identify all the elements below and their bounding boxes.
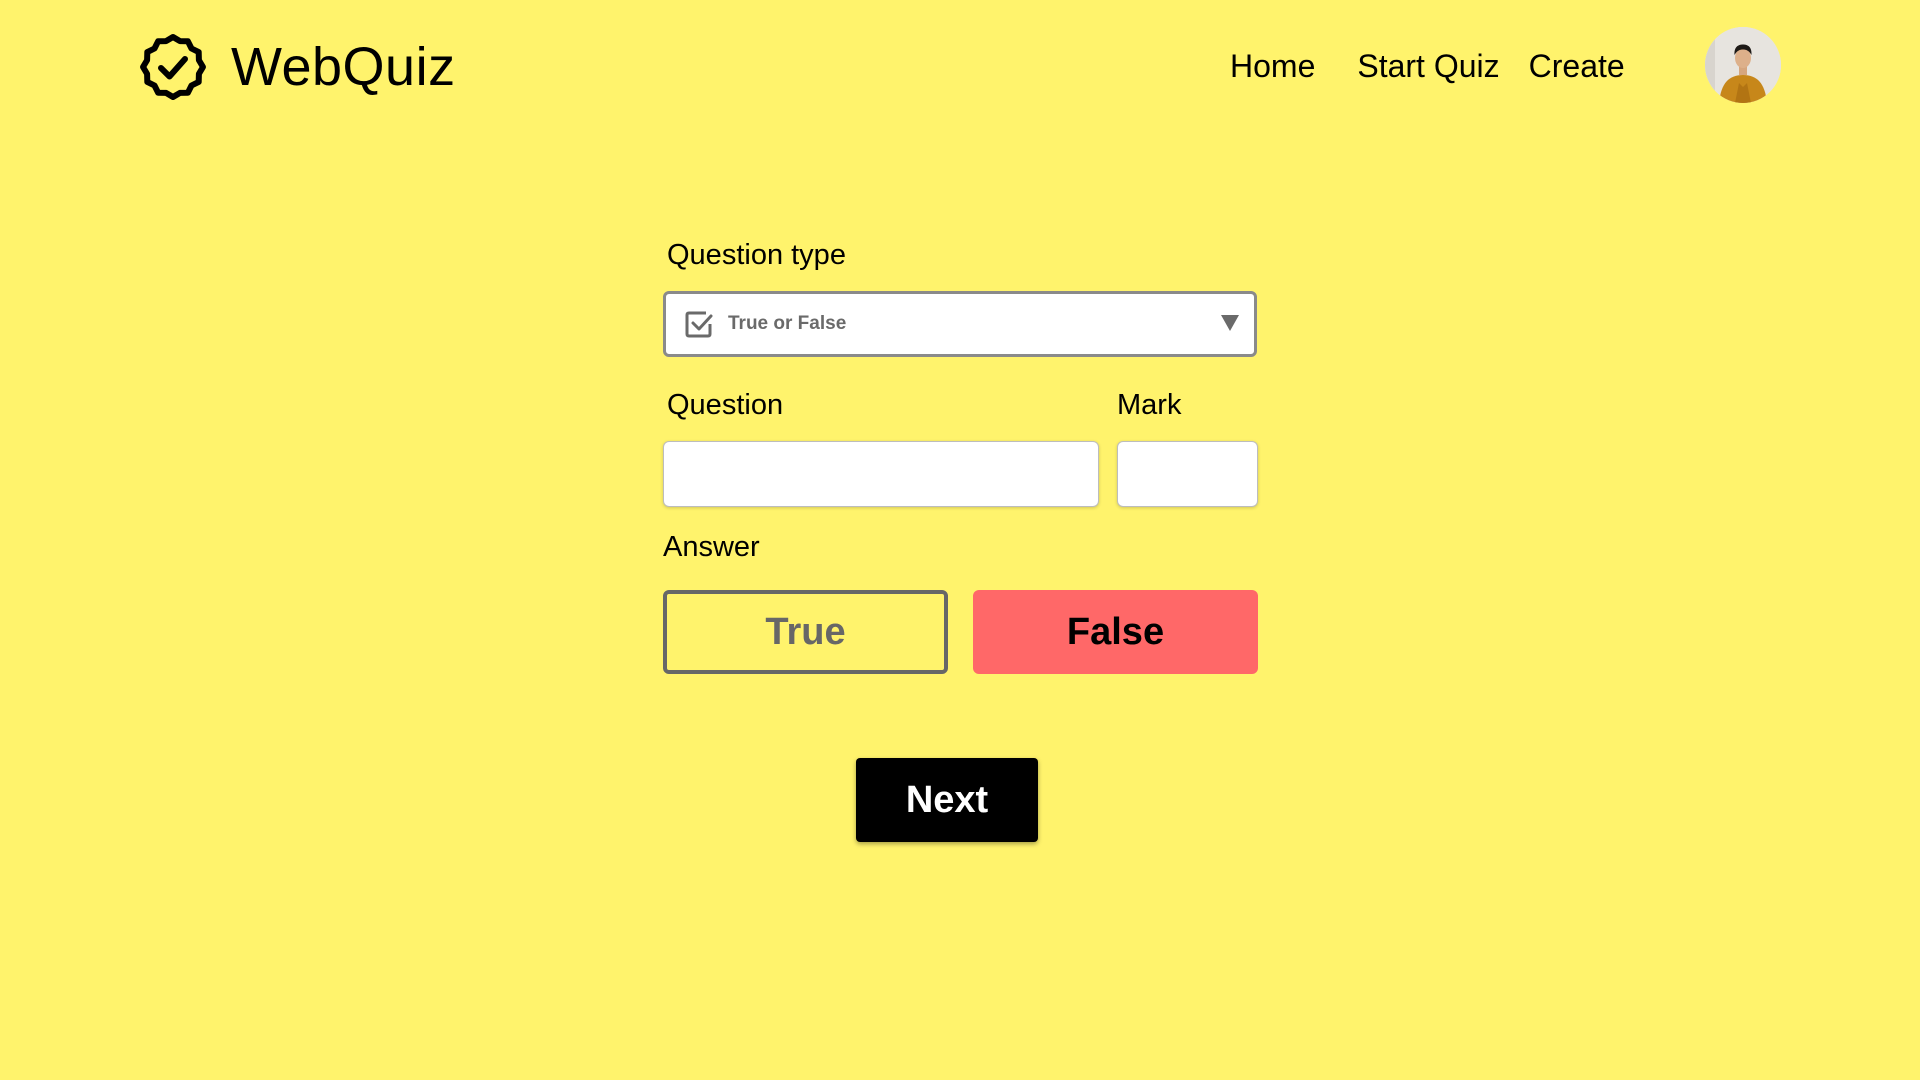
question-label: Question	[667, 389, 784, 421]
question-input[interactable]	[663, 441, 1099, 507]
user-avatar[interactable]	[1705, 27, 1781, 103]
question-type-value: True or False	[728, 313, 847, 334]
question-type-label: Question type	[667, 239, 846, 271]
verified-badge-icon	[140, 33, 206, 100]
brand-name: WebQuiz	[231, 36, 456, 97]
answer-false-button[interactable]: False	[973, 590, 1258, 674]
question-type-select[interactable]: True or False	[663, 291, 1257, 357]
next-button[interactable]: Next	[856, 758, 1038, 842]
main-nav: Home Start Quiz Create	[1230, 44, 1625, 88]
dropdown-arrow-icon	[1221, 315, 1239, 331]
answer-true-button[interactable]: True	[663, 590, 948, 674]
mark-input[interactable]	[1117, 441, 1258, 507]
brand-logo[interactable]: WebQuiz	[137, 30, 456, 103]
answer-label: Answer	[663, 531, 760, 563]
nav-start-quiz-link[interactable]: Start Quiz	[1357, 48, 1499, 85]
checkbox-checked-icon	[685, 311, 713, 338]
avatar-photo	[1705, 27, 1781, 103]
nav-create-link[interactable]: Create	[1529, 48, 1625, 85]
nav-home-link[interactable]: Home	[1230, 48, 1315, 85]
mark-label: Mark	[1117, 389, 1182, 421]
